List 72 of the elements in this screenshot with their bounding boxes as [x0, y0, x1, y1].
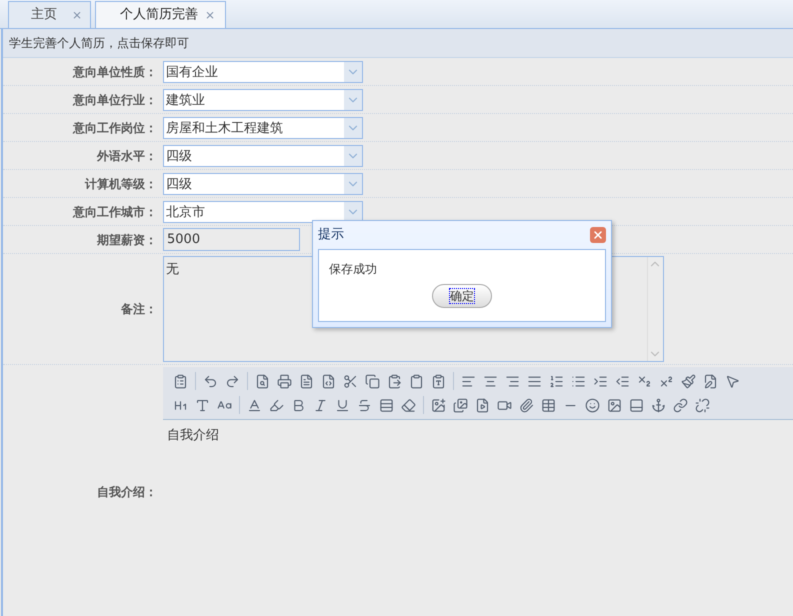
image-plus-icon[interactable] [431, 398, 446, 412]
mouse-pointer-2-icon[interactable] [725, 374, 740, 388]
text-align-end-icon[interactable] [505, 374, 520, 388]
editor-content[interactable]: 自我介绍 [163, 420, 793, 616]
unlink-icon[interactable] [695, 398, 710, 412]
paintbrush-icon[interactable] [681, 374, 696, 388]
baseline-icon[interactable] [247, 398, 262, 412]
tab-label: 主页 [31, 6, 57, 24]
list-ordered-icon[interactable] [549, 374, 564, 388]
field-label: 意向工作岗位： [72, 120, 158, 136]
input-field[interactable]: 5000 [163, 228, 300, 251]
undo-2-icon[interactable] [203, 374, 218, 388]
list-indent-increase-icon[interactable] [593, 374, 608, 388]
file-pen-icon[interactable] [703, 374, 718, 388]
header-bar: 学生完善个人简历，点击保存即可 [3, 29, 793, 58]
subscript-icon[interactable] [637, 374, 652, 388]
highlighter-icon[interactable] [269, 398, 284, 412]
text-align-justify-icon[interactable] [527, 374, 542, 388]
field-label: 外语水平： [96, 148, 158, 164]
clipboard-list-icon[interactable] [173, 374, 188, 388]
text-align-start-icon[interactable] [461, 374, 476, 388]
table-icon[interactable] [541, 398, 556, 412]
file-code-icon[interactable] [321, 374, 336, 388]
smile-icon[interactable] [585, 398, 600, 412]
field-label: 计算机等级： [84, 176, 158, 192]
strikethrough-icon[interactable] [357, 398, 372, 412]
panel-bottom-icon[interactable] [629, 398, 644, 412]
link-icon[interactable] [673, 398, 688, 412]
paperclip-icon[interactable] [519, 398, 534, 412]
file-play-icon[interactable] [475, 398, 490, 412]
clipboard-icon[interactable] [409, 374, 424, 388]
file-search-icon[interactable] [255, 374, 270, 388]
tab-label: 个人简历完善 [120, 6, 198, 24]
dropdown-field[interactable]: 四级 [163, 172, 363, 194]
copy-icon[interactable] [365, 374, 380, 388]
dropdown-field[interactable]: 房屋和土木工程建筑 [163, 116, 363, 138]
image-icon[interactable] [607, 398, 622, 412]
field-label: 期望薪资： [96, 232, 158, 248]
field-label: 自我介绍： [96, 484, 158, 500]
list-icon[interactable] [571, 374, 586, 388]
tab[interactable]: 个人简历完善 × [95, 1, 226, 28]
clipboard-paste-icon[interactable] [387, 374, 402, 388]
redo-2-icon[interactable] [225, 374, 240, 388]
bold-icon[interactable] [291, 398, 306, 412]
field-label: 备注： [120, 301, 158, 318]
type-icon[interactable] [195, 398, 210, 412]
field-label: 意向单位性质： [72, 64, 158, 80]
italic-icon[interactable] [313, 398, 328, 412]
eraser-icon[interactable] [401, 398, 416, 412]
dialog-message: 保存成功 [329, 261, 378, 278]
dropdown-field[interactable]: 建筑业 [163, 88, 363, 110]
tab[interactable]: 主页 × [8, 1, 91, 28]
rows-3-icon[interactable] [379, 398, 394, 412]
field-label: 意向单位行业： [72, 92, 158, 108]
clipboard-type-icon[interactable] [431, 374, 446, 388]
close-button[interactable] [590, 227, 606, 243]
printer-icon[interactable] [277, 374, 292, 388]
dropdown-field[interactable]: 四级 [163, 144, 363, 166]
underline-icon[interactable] [335, 398, 350, 412]
images-icon[interactable] [453, 398, 468, 412]
file-text-icon[interactable] [299, 374, 314, 388]
superscript-icon[interactable] [659, 374, 674, 388]
confirm-button[interactable]: 确定 [432, 284, 492, 308]
dropdown-field[interactable]: 北京市 [163, 200, 363, 222]
dialog-title: 提示 [318, 226, 344, 244]
field-label: 意向工作城市： [72, 204, 158, 220]
close-icon [592, 229, 604, 241]
text-align-center-icon[interactable] [483, 374, 498, 388]
dropdown-field[interactable]: 国有企业 [163, 60, 363, 82]
list-indent-decrease-icon[interactable] [615, 374, 630, 388]
anchor-icon[interactable] [651, 398, 666, 412]
scissors-icon[interactable] [343, 374, 358, 388]
